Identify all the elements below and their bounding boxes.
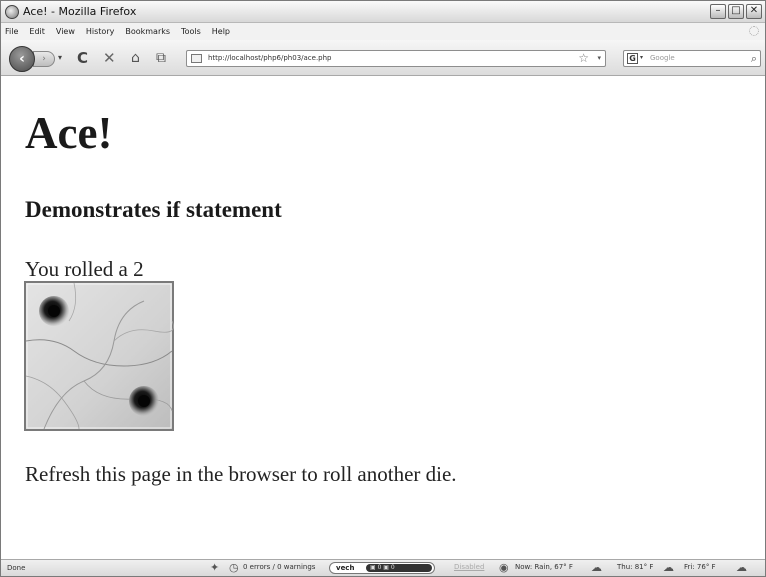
page-title: Ace! — [25, 108, 113, 158]
die-pip — [138, 395, 150, 407]
cloud-icon: ☁ — [663, 561, 674, 574]
vech-counts: ▣ 0 ▣ 0 — [366, 564, 432, 572]
puzzle-addon-icon[interactable]: ✦ — [210, 561, 219, 574]
navigation-toolbar: › ‹ ▾ C ✕ ⌂ ⧉ http://localhost/php6/ph03… — [1, 40, 765, 76]
search-icon[interactable]: ⌕ — [751, 52, 757, 66]
home-icon[interactable]: ⌂ — [131, 49, 140, 67]
reload-icon[interactable]: C — [77, 49, 88, 67]
activity-throbber-icon — [749, 26, 759, 36]
search-engine-dropdown-icon[interactable]: ▾ — [640, 54, 643, 61]
menu-tools[interactable]: Tools — [181, 27, 201, 36]
status-bar: Done ✦ ◷ 0 errors / 0 warnings vech ▣ 0 … — [1, 559, 765, 576]
page-content: Ace! Demonstrates if statement You rolle… — [1, 77, 765, 559]
vech-addon[interactable]: vech ▣ 0 ▣ 0 — [329, 562, 435, 574]
weather-fri[interactable]: Fri: 76° F — [684, 563, 716, 571]
title-bar: Ace! - Mozilla Firefox – □ ✕ — [1, 1, 765, 23]
google-engine-icon[interactable]: G — [627, 53, 638, 64]
url-bar[interactable]: http://localhost/php6/ph03/ace.php ☆ ▾ — [186, 50, 606, 67]
history-dropdown-icon[interactable]: ▾ — [58, 53, 62, 62]
bookmark-star-icon[interactable]: ☆ — [578, 51, 589, 65]
menu-file[interactable]: File — [5, 27, 18, 36]
weather-now[interactable]: Now: Rain, 67° F — [515, 563, 573, 571]
url-input[interactable]: http://localhost/php6/ph03/ace.php — [208, 54, 332, 62]
forward-button[interactable]: › — [33, 51, 55, 67]
close-button[interactable]: ✕ — [746, 4, 762, 19]
rain-cloud-icon: ☁ — [591, 561, 602, 574]
check-circle-icon[interactable]: ◷ — [229, 561, 239, 574]
maximize-button[interactable]: □ — [728, 4, 744, 19]
search-input[interactable]: Google — [650, 54, 675, 62]
browser-window: Ace! - Mozilla Firefox – □ ✕ File Edit V… — [0, 0, 766, 577]
firefox-logo-icon — [5, 5, 19, 19]
menu-view[interactable]: View — [56, 27, 75, 36]
menu-bookmarks[interactable]: Bookmarks — [125, 27, 170, 36]
weather-thu[interactable]: Thu: 81° F — [617, 563, 653, 571]
search-bar[interactable]: G ▾ Google ⌕ — [623, 50, 761, 67]
url-dropdown-icon[interactable]: ▾ — [597, 54, 601, 62]
back-button[interactable]: ‹ — [9, 46, 35, 72]
bookmark-page-icon[interactable]: ⧉ — [156, 49, 166, 67]
disabled-addon-status[interactable]: Disabled — [454, 563, 484, 571]
error-console-status[interactable]: 0 errors / 0 warnings — [243, 563, 315, 571]
menu-help[interactable]: Help — [212, 27, 230, 36]
menu-history[interactable]: History — [86, 27, 114, 36]
roll-result-text: You rolled a 2 — [25, 257, 144, 281]
die-pip — [48, 305, 60, 317]
menu-edit[interactable]: Edit — [29, 27, 45, 36]
menu-bar: File Edit View History Bookmarks Tools H… — [1, 23, 765, 40]
refresh-instruction: Refresh this page in the browser to roll… — [25, 462, 457, 486]
die-image — [24, 281, 174, 431]
status-text: Done — [7, 564, 26, 572]
window-title: Ace! - Mozilla Firefox — [23, 5, 137, 18]
window-controls: – □ ✕ — [710, 4, 762, 19]
page-subtitle: Demonstrates if statement — [25, 197, 282, 222]
stop-icon[interactable]: ✕ — [103, 49, 116, 67]
globe-icon[interactable]: ◉ — [499, 561, 509, 574]
minimize-button[interactable]: – — [710, 4, 726, 19]
vech-label: vech — [336, 564, 355, 572]
site-identity-icon[interactable] — [191, 54, 202, 63]
cloud-icon: ☁ — [736, 561, 747, 574]
